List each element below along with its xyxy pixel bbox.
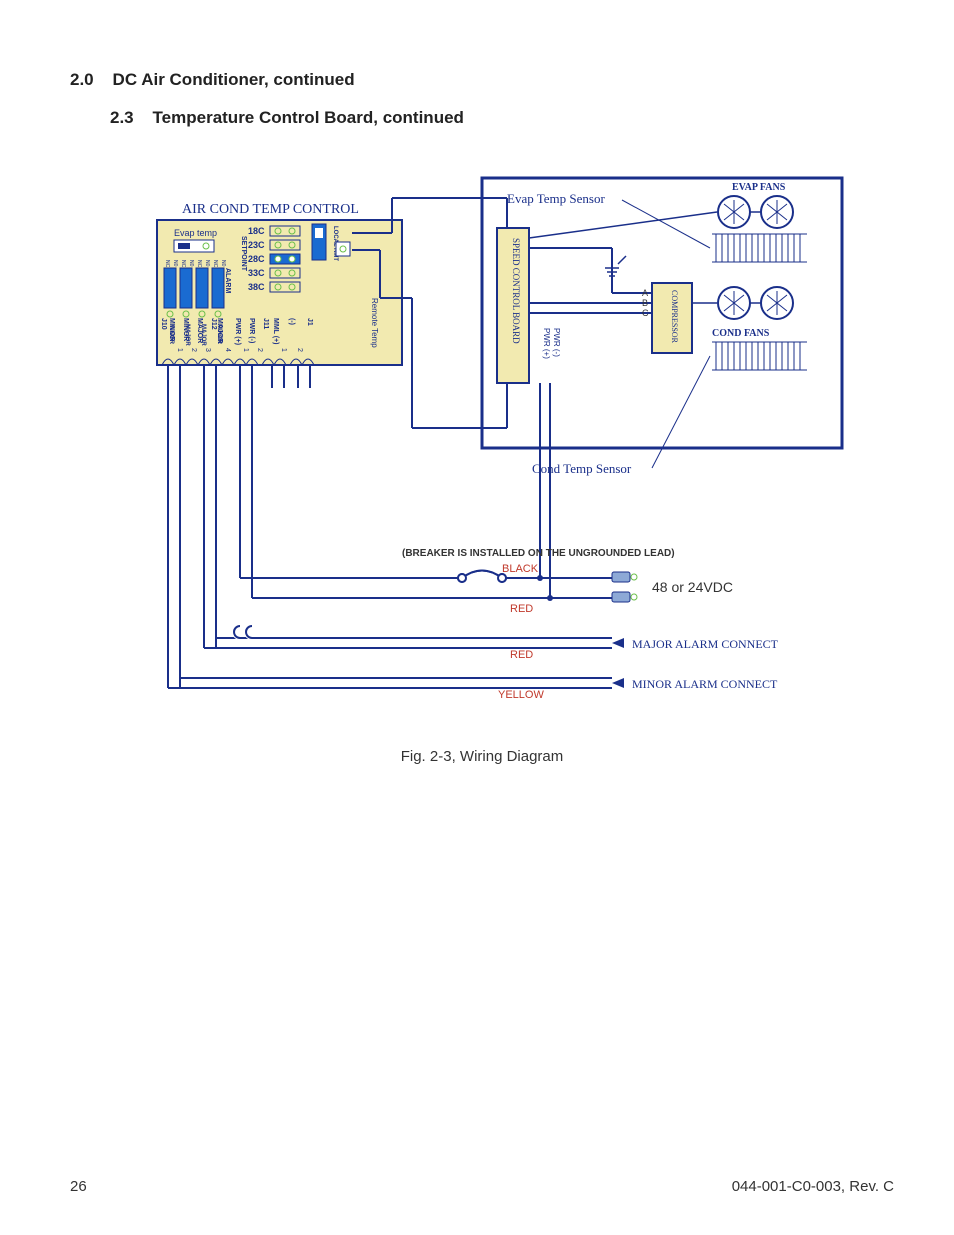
- spd-pwr-minus: PWR (-): [552, 328, 561, 357]
- evap-coil-icon: [712, 234, 807, 262]
- n0-label: N0: [188, 260, 194, 267]
- term-lbl: 2: [296, 348, 303, 352]
- n0-label: N0: [172, 260, 178, 267]
- remote-temp-label: Remote Temp: [370, 298, 379, 348]
- term-lbl: 2: [256, 348, 263, 352]
- document-page: 2.0 DC Air Conditioner, continued 2.3 Te…: [0, 0, 954, 1235]
- wire: [529, 212, 717, 238]
- n0-label: N0: [220, 260, 226, 267]
- abc-b: B: [642, 298, 648, 308]
- arrow-icon: [612, 678, 624, 688]
- figure-caption: Fig. 2-3, Wiring Diagram: [70, 748, 894, 765]
- heading-number: 2.0: [70, 70, 94, 89]
- subheading-number: 2.3: [110, 108, 134, 127]
- setpoint-label: SETPOINT: [240, 236, 247, 272]
- setpoint-rows: 18C 23C 28C 33C 38C: [248, 226, 300, 292]
- black-label: BLACK: [502, 563, 539, 575]
- pressure-switch-icon: [605, 248, 626, 276]
- minor-alarm-label: MINOR ALARM CONNECT: [632, 677, 778, 691]
- relay-block: [212, 268, 224, 308]
- evap-temp-label: Evap temp: [174, 228, 217, 238]
- document-id: 044-001-C0-003, Rev. C: [732, 1178, 894, 1195]
- temp-row: 33C: [248, 268, 265, 278]
- board-title: AIR COND TEMP CONTROL: [182, 202, 359, 217]
- term-lbl: J12: [210, 318, 217, 330]
- term-lbl: MINOR: [182, 318, 189, 341]
- nc-label: NC: [212, 260, 218, 268]
- term-lbl: 1: [176, 348, 183, 352]
- abc-a: A: [642, 288, 648, 298]
- subsection-heading: 2.3 Temperature Control Board, continued: [110, 108, 894, 128]
- nc-label: NC: [164, 260, 170, 268]
- relay-block: [164, 268, 176, 308]
- cond-coil-icon: [712, 342, 807, 370]
- term-lbl: 1: [280, 348, 287, 352]
- temp-row: 38C: [248, 282, 265, 292]
- red-label: RED: [510, 603, 533, 615]
- term-lbl: J10: [160, 318, 167, 330]
- term-lbl: (-): [288, 318, 295, 325]
- temp-row: 18C: [248, 226, 265, 236]
- voltage-label: 48 or 24VDC: [652, 579, 733, 595]
- term-lbl: J1: [306, 318, 313, 326]
- term-lbl: 4: [224, 348, 231, 352]
- term-lbl: 3: [204, 348, 211, 352]
- terminal-screw: [631, 574, 637, 580]
- alarm-label: ALARM: [224, 268, 231, 293]
- yellow-label: YELLOW: [498, 689, 544, 701]
- section-heading: 2.0 DC Air Conditioner, continued: [70, 70, 894, 90]
- evap-temp-bar: [178, 243, 190, 249]
- switch-handle: [315, 228, 323, 238]
- arrow-icon: [612, 638, 624, 648]
- term-lbl: PWR (+): [234, 318, 241, 345]
- breaker-note: (BREAKER IS INSTALLED ON THE UNGROUNDED …: [402, 548, 675, 559]
- callout-line: [652, 356, 710, 468]
- nc-label: NC: [196, 260, 202, 268]
- major-alarm-label: MAJOR ALARM CONNECT: [632, 637, 779, 651]
- cond-sensor-label: Cond Temp Sensor: [532, 461, 632, 476]
- terminal-icon: [612, 592, 630, 602]
- temp-led: [289, 256, 295, 262]
- rmt-port: [336, 242, 350, 256]
- term-lbl: PWR (-): [248, 318, 255, 343]
- term-lbl: MAJOR: [196, 318, 203, 343]
- temp-row: 28C: [248, 254, 265, 264]
- red2-label: RED: [510, 649, 533, 661]
- term-lbl: MML (+): [272, 318, 279, 345]
- subheading-text: Temperature Control Board, continued: [153, 108, 464, 127]
- temp-led: [275, 256, 281, 262]
- evap-fans-label: EVAP FANS: [732, 182, 786, 193]
- evap-sensor-label: Evap Temp Sensor: [507, 191, 605, 206]
- relay-block: [196, 268, 208, 308]
- term-lbl: 2: [190, 348, 197, 352]
- temp-row: 23C: [248, 240, 265, 250]
- relay-block: [180, 268, 192, 308]
- terminal-icon: [612, 572, 630, 582]
- wiring-diagram: AIR COND TEMP CONTROL Evap temp SHDOWN A…: [112, 168, 852, 728]
- nc-label: NC: [180, 260, 186, 268]
- term-lbl: MAJOR: [216, 318, 223, 343]
- spd-pwr-plus: PWR (+): [542, 328, 551, 359]
- heading-text: DC Air Conditioner, continued: [113, 70, 355, 89]
- diagram-svg: AIR COND TEMP CONTROL Evap temp SHDOWN A…: [112, 168, 852, 728]
- page-footer: 26 044-001-C0-003, Rev. C: [70, 1178, 894, 1195]
- cond-fans-label: COND FANS: [712, 328, 770, 339]
- compressor-label: COMPRESSOR: [670, 290, 679, 344]
- term-lbl: 1: [242, 348, 249, 352]
- abc-c: C: [642, 308, 649, 318]
- speed-board-label: SPEED CONTROL BOARD: [511, 238, 521, 344]
- term-lbl: J11: [262, 318, 269, 329]
- terminal-screw: [631, 594, 637, 600]
- n0-label: N0: [204, 260, 210, 267]
- page-number: 26: [70, 1178, 87, 1195]
- term-lbl: MINOR: [168, 318, 175, 341]
